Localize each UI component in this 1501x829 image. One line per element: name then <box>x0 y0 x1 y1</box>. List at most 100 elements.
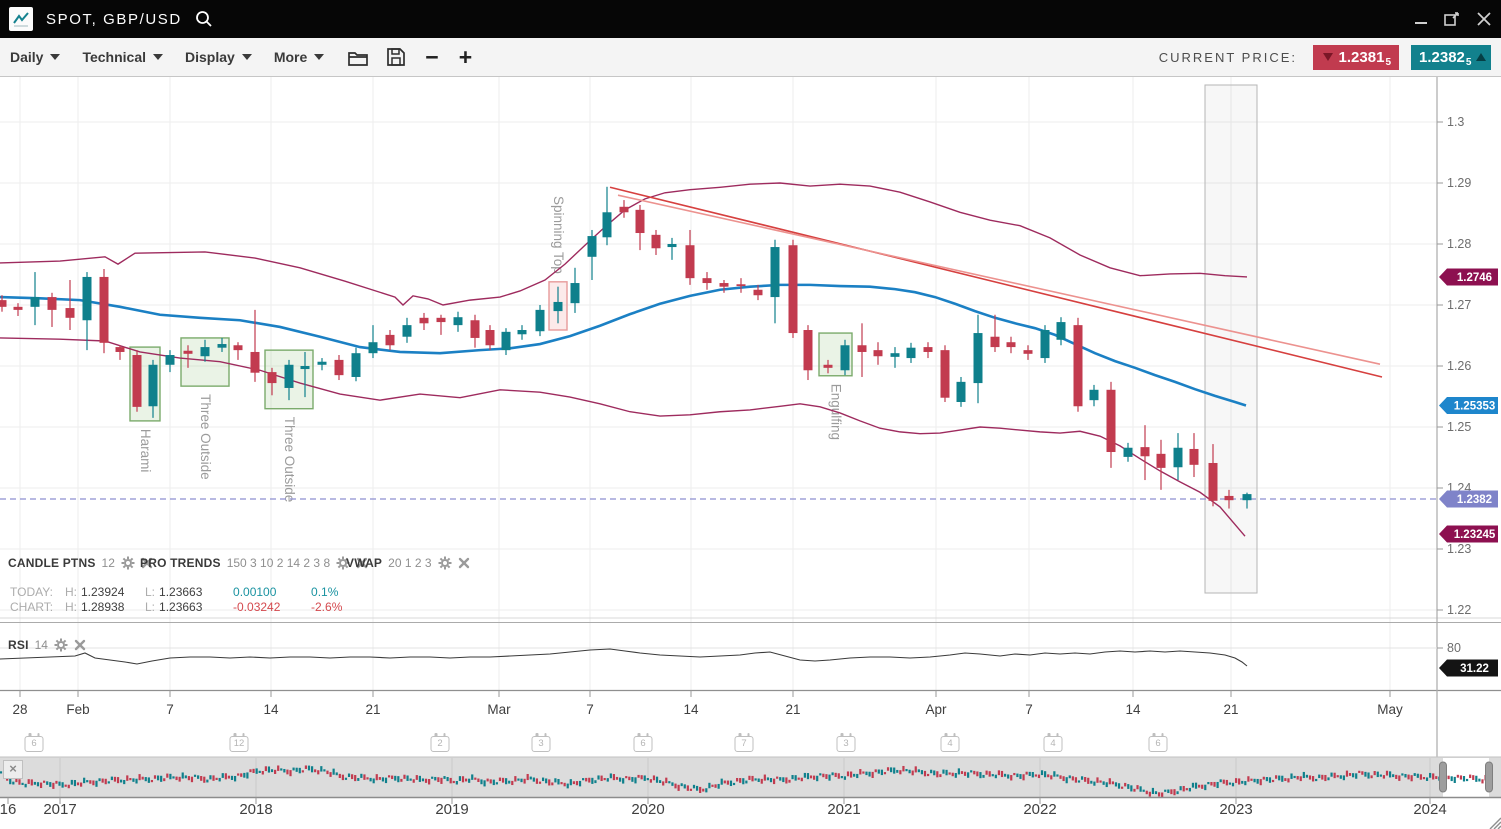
navigator-candle <box>394 776 396 781</box>
navigator-candle <box>650 779 652 783</box>
candle-body <box>941 350 950 398</box>
settings-icon[interactable] <box>54 638 68 652</box>
calendar-marker-icon[interactable]: 2 <box>431 736 450 752</box>
navigator-candle <box>219 778 221 782</box>
calendar-marker-icon[interactable]: 7 <box>735 736 754 752</box>
navigator-candle <box>62 782 64 787</box>
remove-indicator-icon[interactable] <box>458 557 470 569</box>
navigator-candle <box>480 779 482 784</box>
navigator-candle <box>1075 777 1077 782</box>
ask-price-button[interactable]: 1.2382 5 <box>1411 45 1491 70</box>
calendar-marker-icon[interactable]: 6 <box>634 736 653 752</box>
navigator-candle <box>348 774 350 778</box>
navigator-candle <box>1186 788 1188 790</box>
navigator-candle <box>545 778 547 783</box>
navigator-candle <box>1195 783 1197 789</box>
navigator-candle <box>265 766 267 771</box>
popout-icon[interactable] <box>1444 11 1461 27</box>
navigator-candle <box>37 782 39 786</box>
candle-body <box>1090 390 1099 400</box>
navigator-candle <box>382 777 384 781</box>
navigator-candle <box>508 781 510 784</box>
navigator-candle <box>336 772 338 775</box>
navigator-candle <box>714 784 716 788</box>
navigator-candle <box>222 773 224 778</box>
navigator-candle <box>320 766 322 771</box>
navigator-candle <box>280 768 282 770</box>
menu-technical[interactable]: Technical <box>76 45 169 69</box>
navigator-candle <box>1220 779 1222 782</box>
navigator-candle <box>40 783 42 788</box>
navigator-candle <box>388 775 390 777</box>
navigator-candle <box>1324 775 1326 781</box>
main-chart[interactable]: HaramiThree OutsideThree OutsideSpinning… <box>0 0 1501 829</box>
calendar-marker-icon[interactable]: 4 <box>941 736 960 752</box>
calendar-marker-icon[interactable]: 12 <box>230 736 249 752</box>
candle-body <box>652 235 661 248</box>
navigator-candle <box>776 777 778 779</box>
navigator-candle <box>795 775 797 780</box>
remove-indicator-icon[interactable] <box>356 557 368 569</box>
navigator-candle <box>231 776 233 780</box>
navigator-candle <box>323 769 325 771</box>
settings-icon[interactable] <box>438 556 452 570</box>
zoom-in-button[interactable]: + <box>459 47 472 67</box>
navigator-candle <box>551 782 553 785</box>
candle-body <box>335 360 344 375</box>
navigator-candle <box>949 772 951 774</box>
navigator-handle[interactable] <box>1486 762 1493 792</box>
menu-display[interactable]: Display <box>179 45 258 69</box>
save-chart-button[interactable] <box>387 48 405 66</box>
navigator-candle <box>1257 779 1259 784</box>
search-icon[interactable] <box>194 9 214 29</box>
navigator-candle <box>1170 789 1172 794</box>
navigator-candle <box>1207 782 1209 784</box>
navigator-candle <box>1260 779 1262 785</box>
navigator-candle <box>791 775 793 779</box>
remove-indicator-icon[interactable] <box>74 639 86 651</box>
navigator-candle <box>139 774 141 780</box>
navigator-candle <box>154 775 156 779</box>
navigator-candle <box>286 770 288 775</box>
remove-indicator-icon[interactable] <box>141 557 153 569</box>
close-icon[interactable] <box>1477 12 1491 26</box>
zoom-out-button[interactable]: − <box>425 47 438 67</box>
menu-more[interactable]: More <box>268 45 330 69</box>
calendar-marker-icon[interactable]: 4 <box>1044 736 1063 752</box>
minimize-icon[interactable] <box>1414 12 1428 26</box>
navigator-candle <box>329 772 331 777</box>
navigator-candle <box>825 774 827 779</box>
navigator-candle <box>142 777 144 780</box>
candle-body <box>14 307 23 310</box>
calendar-marker-icon[interactable]: 6 <box>25 736 44 752</box>
highlight-region[interactable] <box>1205 85 1257 593</box>
navigator-selection[interactable] <box>1443 758 1489 797</box>
navigator-candle <box>619 778 621 782</box>
candle-body <box>1074 325 1083 406</box>
navigator-candle <box>1361 771 1363 775</box>
candle-body <box>571 283 580 303</box>
open-chart-button[interactable] <box>348 49 369 66</box>
navigator-candle <box>447 777 449 781</box>
navigator-handle[interactable] <box>1440 762 1447 792</box>
navigator-candle <box>995 775 997 779</box>
navigator-candle <box>268 766 270 772</box>
settings-icon[interactable] <box>336 556 350 570</box>
navigator-candle <box>483 780 485 786</box>
navigator-close-button[interactable]: × <box>3 760 23 779</box>
navigator-candle <box>179 777 181 782</box>
menu-daily[interactable]: Daily <box>4 45 66 69</box>
settings-icon[interactable] <box>121 556 135 570</box>
navigator-candle <box>1278 776 1280 781</box>
calendar-marker-icon[interactable]: 3 <box>532 736 551 752</box>
navigator-candle <box>55 781 57 784</box>
calendar-marker-icon[interactable]: 6 <box>1149 736 1168 752</box>
calendar-marker-icon[interactable]: 3 <box>837 736 856 752</box>
navigator-candle <box>1118 783 1120 788</box>
navigator-candle <box>459 776 461 781</box>
navigator-candle <box>644 775 646 780</box>
navigator-candle <box>542 778 544 782</box>
navigator-candle <box>881 770 883 775</box>
bid-price-button[interactable]: 1.2381 5 <box>1313 45 1399 70</box>
navigator-candle <box>95 781 97 787</box>
